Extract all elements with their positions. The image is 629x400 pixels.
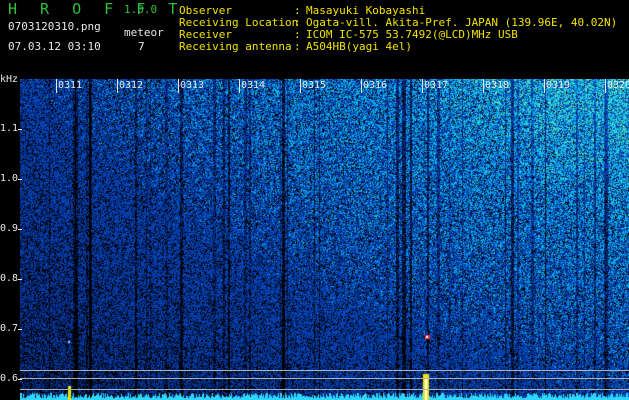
frequency-tick-mark <box>18 129 22 130</box>
time-tick-label: 0317 <box>424 80 449 91</box>
hroft-window: H R O F F T 1.0.0 0703120310.png meteor … <box>0 0 629 400</box>
time-tick-mark <box>300 79 301 93</box>
frequency-tick-mark <box>18 179 22 180</box>
frequency-tick-mark <box>18 379 22 380</box>
frequency-tick-label: 0.9 <box>0 223 19 234</box>
frequency-tick-label: 1.1 <box>0 123 19 134</box>
frequency-tick-label: 0.7 <box>0 323 19 334</box>
time-tick-label: 0314 <box>241 80 266 91</box>
frequency-tick-mark <box>18 329 22 330</box>
time-tick-label: 0319 <box>546 80 571 91</box>
spectrogram-canvas <box>20 79 629 400</box>
time-tick-label: 0311 <box>58 80 83 91</box>
time-tick-mark <box>239 79 240 93</box>
time-tick-mark <box>605 79 606 93</box>
time-tick-mark <box>117 79 118 93</box>
reference-line-upper <box>20 370 629 371</box>
meteor-count-label: meteor <box>124 26 164 39</box>
reference-line-lower <box>20 389 629 390</box>
frequency-tick-mark <box>18 279 22 280</box>
time-tick-label: 0320 <box>607 80 629 91</box>
time-tick-mark <box>422 79 423 93</box>
time-tick-label: 0315 <box>302 80 327 91</box>
frequency-tick-label: 0.6 <box>0 373 19 384</box>
time-tick-mark <box>56 79 57 93</box>
info-value-antenna: A504HB(yagi 4el) <box>306 40 412 53</box>
info-separator: : <box>294 40 301 53</box>
time-tick-label: 0313 <box>180 80 205 91</box>
meteor-count-value: 7 <box>138 40 145 53</box>
frequency-tick-mark <box>18 229 22 230</box>
info-row-antenna: Receiving antenna: A504HB(yagi 4el) <box>179 40 412 53</box>
capture-datetime: 07.03.12 03:10 <box>8 40 101 53</box>
time-tick-mark <box>178 79 179 93</box>
frequency-tick-label: 1.0 <box>0 173 19 184</box>
time-tick-mark <box>544 79 545 93</box>
time-tick-label: 0318 <box>485 80 510 91</box>
frequency-axis-unit: kHz <box>0 74 19 85</box>
time-tick-mark <box>361 79 362 93</box>
frequency-tick-label: 0.8 <box>0 273 19 284</box>
app-version: 1.0.0 <box>124 3 158 16</box>
time-tick-mark <box>483 79 484 93</box>
info-key-antenna: Receiving antenna <box>179 40 292 53</box>
app-title: H R O F F T <box>8 0 185 18</box>
reference-line-middle <box>20 378 629 379</box>
time-tick-label: 0316 <box>363 80 388 91</box>
file-name: 0703120310.png <box>8 20 101 33</box>
time-tick-label: 0312 <box>119 80 144 91</box>
